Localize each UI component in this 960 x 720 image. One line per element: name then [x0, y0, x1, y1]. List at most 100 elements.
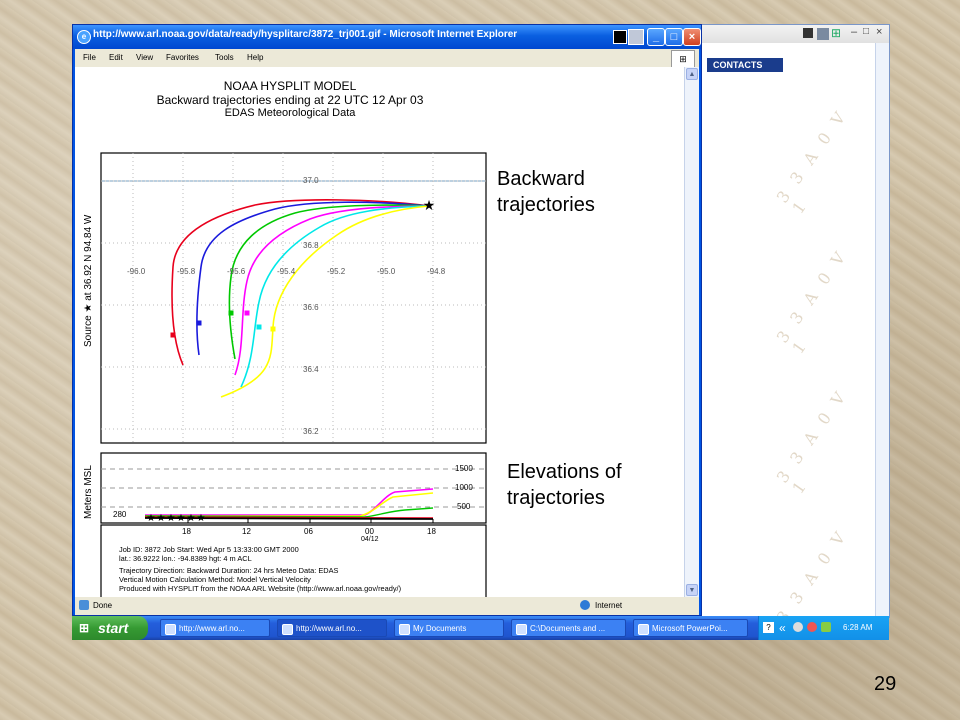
time-date: 04/12 [361, 536, 379, 543]
trajectory-marker [170, 332, 176, 338]
star-icon: ★ [197, 513, 206, 524]
star-icon: ★ [187, 513, 196, 524]
taskbar-item[interactable]: http://www.arl.no... [277, 619, 387, 637]
trajectory-marker [244, 310, 250, 316]
page-icon [79, 600, 89, 610]
minimize-icon[interactable]: – [851, 26, 857, 38]
lat-tick: 36.6 [303, 303, 319, 312]
taskbar-item[interactable]: My Documents [394, 619, 504, 637]
star-icon: ★ [147, 513, 156, 524]
source-star-icon: ★ [423, 197, 436, 213]
elev-tick: 500 [457, 502, 471, 511]
scroll-down-icon[interactable]: ▼ [686, 584, 698, 596]
star-icon: ★ [157, 513, 166, 524]
info-line: lat.: 36.9222 lon.: -94.8389 hgt: 4 m AC… [119, 554, 252, 563]
restore-icon[interactable]: □ [863, 26, 869, 37]
info-line: Vertical Motion Calculation Method: Mode… [119, 575, 311, 584]
globe-icon [580, 600, 590, 610]
lat-tick: 37.0 [303, 176, 319, 185]
lon-tick: -95.2 [327, 267, 346, 276]
trajectory-marker [196, 320, 202, 326]
windows-flag-icon: ⊞ [671, 50, 695, 68]
menu-tools[interactable]: Tools [215, 53, 234, 62]
window-icon [817, 28, 829, 40]
zone-text: Internet [595, 601, 623, 610]
lat-tick: 36.4 [303, 365, 319, 374]
watermark-text: 3 3 A 0 V 1 [772, 105, 852, 218]
time-tick: 06 [304, 527, 313, 536]
window-icon [628, 29, 644, 45]
trajectory-marker [228, 310, 234, 316]
taskbar-item[interactable]: http://www.arl.no... [160, 619, 270, 637]
minimize-button[interactable]: _ [647, 28, 665, 46]
menu-favorites[interactable]: Favorites [166, 53, 199, 62]
menu-view[interactable]: View [136, 53, 153, 62]
page-content: NOAA HYSPLIT MODEL Backward trajectories… [75, 67, 699, 604]
watermark-text: 3 3 A 0 V 1 [772, 245, 852, 358]
info-line: Produced with HYSPLIT from the NOAA ARL … [119, 584, 402, 593]
maximize-button[interactable]: □ [665, 28, 683, 46]
info-line: Job ID: 3872 Job Start: Wed Apr 5 13:33:… [119, 545, 299, 554]
background-window-titlebar[interactable]: ⊞ – □ × [701, 25, 889, 43]
lon-tick: -96.0 [127, 267, 146, 276]
menu-file[interactable]: File [83, 53, 96, 62]
ie-window[interactable]: e http://www.arl.noaa.gov/data/ready/hys… [72, 24, 702, 616]
windows-flag-icon: ⊞ [79, 621, 90, 635]
ie-icon [165, 624, 176, 635]
star-icon: ★ [167, 513, 176, 524]
time-tick: 12 [242, 527, 251, 536]
ie-titlebar[interactable]: e http://www.arl.noaa.gov/data/ready/hys… [73, 25, 701, 49]
menu-bar: File Edit View Favorites Tools Help ⊞ [75, 49, 699, 68]
window-title: http://www.arl.noaa.gov/data/ready/hyspl… [93, 29, 518, 40]
volume-icon[interactable] [821, 622, 831, 632]
time-tick: 18 [427, 527, 436, 536]
taskbar-item[interactable]: Microsoft PowerPoi... [633, 619, 748, 637]
ie-icon [282, 624, 293, 635]
lon-tick: -95.8 [177, 267, 196, 276]
close-icon[interactable]: × [876, 26, 882, 38]
status-text: Done [93, 601, 113, 610]
lon-tick: -95.0 [377, 267, 396, 276]
watermark-text: 3 3 A 0 V 1 [772, 385, 852, 498]
vertical-scrollbar[interactable]: ▲ ▼ [684, 67, 699, 597]
lat-tick: 36.2 [303, 427, 319, 436]
annotation-line: Backward [497, 168, 585, 190]
powerpoint-icon [638, 624, 649, 635]
menu-help[interactable]: Help [247, 53, 263, 62]
time-tick: 18 [182, 527, 191, 536]
status-bar: Done Internet [75, 597, 699, 615]
menu-edit[interactable]: Edit [109, 53, 123, 62]
clock: 6:28 AM [843, 623, 873, 632]
trajectory-marker [270, 326, 276, 332]
annotation-elevations: Elevations of trajectories [507, 459, 622, 511]
folder-icon [516, 624, 527, 635]
background-scrollbar[interactable] [875, 43, 889, 617]
network-icon[interactable] [793, 622, 803, 632]
help-icon[interactable]: ? [763, 622, 774, 633]
background-window[interactable]: ⊞ – □ × CONTACTS 3 3 A 0 V 1 3 3 A 0 V 1… [700, 24, 890, 637]
close-button[interactable]: × [683, 28, 701, 46]
scroll-up-icon[interactable]: ▲ [686, 68, 698, 80]
contacts-link[interactable]: CONTACTS [707, 58, 783, 72]
system-tray: ? « 6:28 AM [758, 616, 889, 640]
annotation-backward: Backward trajectories [497, 166, 595, 218]
folder-icon [399, 624, 410, 635]
chevron-left-icon[interactable]: « [779, 621, 786, 635]
lat-tick: 36.8 [303, 241, 319, 250]
start-label: start [98, 620, 129, 636]
elev-tick: 1500 [455, 464, 473, 473]
windows-flag-icon: ⊞ [831, 26, 842, 40]
ie-logo-icon: e [77, 30, 91, 44]
trajectory-marker [256, 324, 262, 330]
taskbar-item[interactable]: C:\Documents and ... [511, 619, 626, 637]
star-icon: ★ [177, 513, 186, 524]
start-button[interactable]: ⊞ start [72, 616, 148, 640]
elev-base-label: 280 [113, 510, 127, 519]
dropdown-icon[interactable] [613, 30, 627, 44]
dropdown-icon[interactable] [803, 28, 813, 38]
lon-tick: -94.8 [427, 267, 446, 276]
annotation-line: trajectories [507, 487, 605, 509]
info-line: Trajectory Direction: Backward Duration:… [119, 566, 339, 575]
annotation-line: Elevations of [507, 461, 622, 483]
security-icon[interactable] [807, 622, 817, 632]
